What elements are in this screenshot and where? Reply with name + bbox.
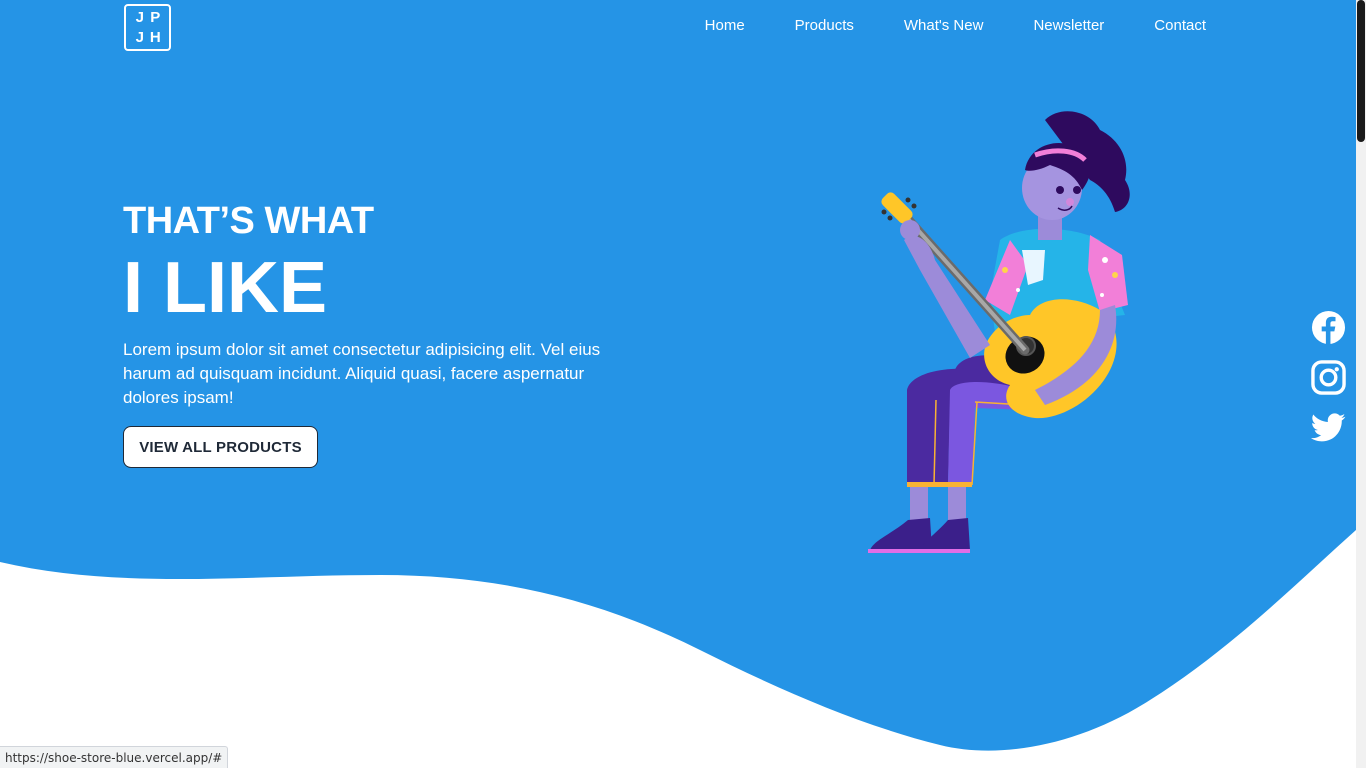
- nav-link-whats-new[interactable]: What's New: [904, 17, 984, 34]
- instagram-icon[interactable]: [1311, 360, 1346, 395]
- logo-letter: H: [149, 29, 161, 47]
- guitar-player-illustration: [868, 111, 1130, 553]
- social-links: [1311, 310, 1346, 445]
- logo-letter: J: [135, 29, 144, 47]
- brand-logo[interactable]: J P J H: [124, 4, 171, 51]
- scrollbar-thumb[interactable]: [1357, 0, 1365, 142]
- nav-link-newsletter[interactable]: Newsletter: [1033, 17, 1104, 34]
- hero-heading-big: I LIKE: [123, 248, 328, 328]
- logo-letter: J: [135, 8, 144, 26]
- main-nav: Home Products What's New Newsletter Cont…: [705, 17, 1206, 34]
- hero-description: Lorem ipsum dolor sit amet consectetur a…: [123, 340, 601, 407]
- hero-content: THAT’S WHAT I LIKE Lorem ipsum dolor sit…: [123, 200, 623, 410]
- nav-link-products[interactable]: Products: [795, 17, 854, 34]
- browser-status-bar: https://shoe-store-blue.vercel.app/#: [0, 746, 229, 768]
- nav-link-contact[interactable]: Contact: [1154, 17, 1206, 34]
- view-all-products-button[interactable]: VIEW ALL PRODUCTS: [123, 426, 318, 468]
- facebook-icon[interactable]: [1311, 310, 1346, 345]
- logo-letter: P: [150, 8, 161, 26]
- twitter-icon[interactable]: [1311, 410, 1346, 445]
- vertical-scrollbar[interactable]: [1356, 0, 1366, 768]
- nav-link-home[interactable]: Home: [705, 17, 745, 34]
- hero-heading-small: THAT’S WHAT: [123, 200, 374, 242]
